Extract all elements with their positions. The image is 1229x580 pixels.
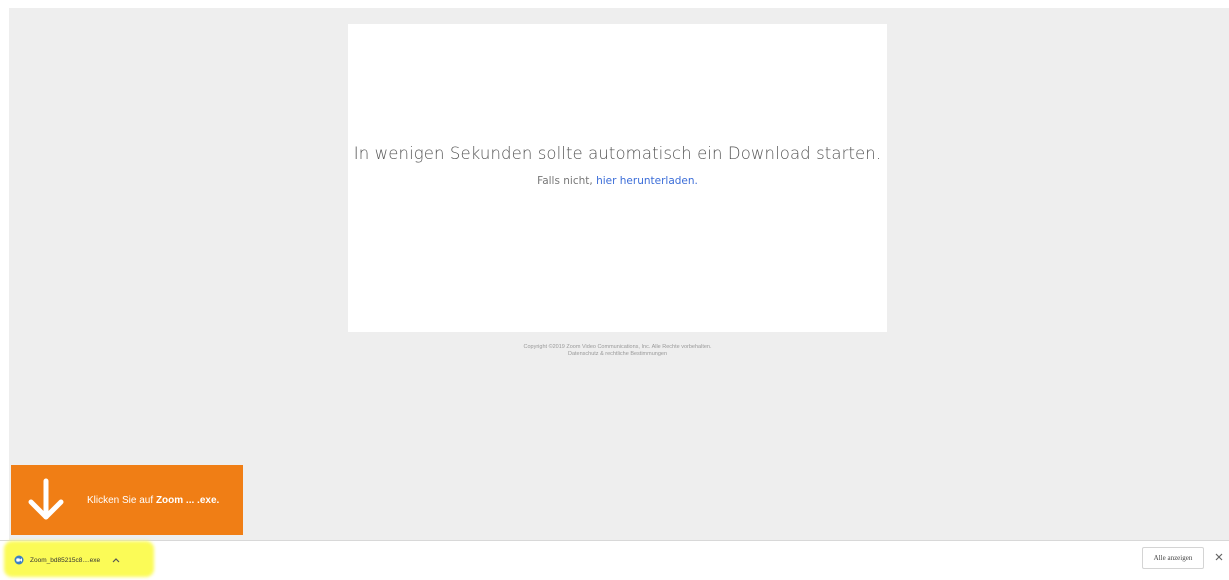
- download-hint-toast: Klicken Sie auf Zoom ... .exe.: [11, 465, 243, 535]
- legal-link[interactable]: Datenschutz & rechtliche Bestimmungen: [348, 351, 887, 358]
- toast-file-label: Zoom ... .exe.: [155, 494, 220, 506]
- download-file-name: Zoom_bd85215c8....exe: [30, 556, 101, 564]
- show-all-button[interactable]: Alle anzeigen: [1142, 547, 1204, 569]
- browser-viewport: In wenigen Sekunden sollte automatisch e…: [9, 8, 1229, 540]
- fallback-line: Falls nicht, hier herunterladen.: [348, 175, 887, 187]
- page-footer: Copyright ©2019 Zoom Video Communication…: [348, 344, 887, 358]
- download-item[interactable]: Zoom_bd85215c8....exe: [14, 551, 120, 569]
- download-arrow-icon: [28, 478, 64, 520]
- download-card: In wenigen Sekunden sollte automatisch e…: [348, 24, 887, 332]
- zoom-file-icon: [14, 555, 24, 565]
- download-shelf: Zoom_bd85215c8....exe Alle anzeigen: [0, 540, 1229, 580]
- chevron-up-icon[interactable]: [112, 557, 120, 563]
- close-icon[interactable]: [1213, 551, 1225, 563]
- manual-download-link[interactable]: hier herunterladen.: [596, 175, 698, 187]
- toast-text: Klicken Sie auf: [87, 494, 156, 506]
- fallback-prefix: Falls nicht,: [537, 175, 597, 187]
- download-headline: In wenigen Sekunden sollte automatisch e…: [353, 144, 882, 163]
- copyright-text: Copyright ©2019 Zoom Video Communication…: [523, 344, 712, 350]
- toast-message: Klicken Sie auf Zoom ... .exe.: [87, 495, 219, 506]
